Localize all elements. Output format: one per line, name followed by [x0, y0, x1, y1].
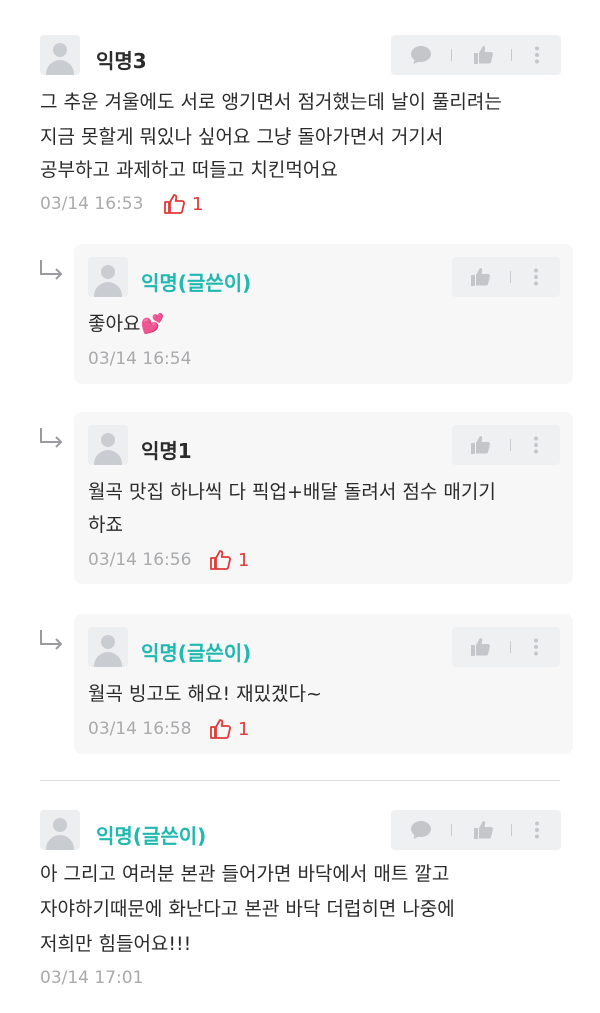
- like-count-value: 1: [192, 193, 204, 215]
- speech-bubble-icon: [411, 821, 431, 839]
- avatar: [88, 425, 128, 465]
- avatar: [40, 35, 80, 75]
- comment-text-line: 좋아요💕: [88, 313, 165, 335]
- divider: [511, 824, 512, 836]
- reply-comment: 익명(글쓴이) 월곡 빙고도 해요! 재밌겠다~ 03/14 16:58 1: [74, 614, 573, 754]
- comment-text-line: 지금 못할게 뭐있나 싶어요 그냥 돌아가면서 거기서: [40, 126, 444, 148]
- comment-text-line: 월곡 빙고도 해요! 재밌겠다~: [88, 683, 322, 705]
- reply-arrow-icon: [40, 630, 63, 650]
- comment-timestamp: 03/14 16:58: [88, 719, 192, 739]
- vertical-dots-icon: [534, 638, 538, 656]
- reply-arrow-icon: [40, 428, 63, 448]
- comment-text-line: 아 그리고 여러분 본관 들어가면 바닥에서 매트 깔고: [40, 863, 450, 885]
- more-options-button[interactable]: [516, 425, 556, 465]
- comment-author: 익명1: [141, 439, 192, 463]
- more-options-button[interactable]: [516, 627, 556, 667]
- like-count-value: 1: [238, 549, 250, 571]
- comment-text-line: 저희만 힘들어요!!!: [40, 933, 192, 955]
- comment-actions: [391, 810, 561, 850]
- comment-text-line: 그 추운 겨울에도 서로 앵기면서 점거했는데 날이 풀리려는: [40, 91, 502, 113]
- vertical-dots-icon: [534, 436, 538, 454]
- like-count: 1: [208, 717, 249, 741]
- comment-author: 익명(글쓴이): [96, 824, 207, 848]
- like-count: 1: [162, 192, 203, 216]
- divider: [510, 271, 511, 283]
- vertical-dots-icon: [534, 268, 538, 286]
- divider: [40, 780, 560, 781]
- comment-timestamp: 03/14 16:53: [40, 194, 144, 214]
- avatar: [88, 627, 128, 667]
- comment-actions: [452, 627, 560, 667]
- reply-comment-button[interactable]: [401, 810, 441, 850]
- avatar: [40, 810, 80, 850]
- avatar: [88, 257, 128, 297]
- comment-timestamp: 03/14 16:56: [88, 550, 192, 570]
- comment-text-line: 월곡 맛집 하나씩 다 픽업+배달 돌려서 점수 매기기: [88, 481, 496, 503]
- divider: [451, 49, 452, 61]
- like-count-value: 1: [238, 718, 250, 740]
- comment-actions: [452, 257, 560, 297]
- comment-author: 익명(글쓴이): [141, 271, 252, 295]
- speech-bubble-icon: [411, 46, 431, 64]
- like-button[interactable]: [460, 257, 500, 297]
- more-options-button[interactable]: [517, 810, 557, 850]
- divider: [451, 824, 452, 836]
- more-options-button[interactable]: [517, 35, 557, 75]
- comment-actions: [452, 425, 560, 465]
- comment-timestamp: 03/14 17:01: [40, 968, 144, 988]
- thumbs-up-icon: [474, 46, 493, 64]
- thumbs-up-icon: [471, 436, 490, 454]
- comment-author: 익명(글쓴이): [141, 641, 252, 665]
- like-button[interactable]: [460, 425, 500, 465]
- comment-timestamp: 03/14 16:54: [88, 349, 192, 369]
- like-button[interactable]: [463, 35, 503, 75]
- reply-comment: 익명1 월곡 맛집 하나씩 다 픽업+배달 돌려서 점수 매기기 하죠 03/1…: [74, 412, 573, 584]
- divider: [510, 641, 511, 653]
- divider: [511, 49, 512, 61]
- thumbs-up-outline-icon: [210, 550, 231, 570]
- comment-actions: [391, 35, 561, 75]
- comment-author: 익명3: [96, 49, 147, 73]
- reply-comment: 익명(글쓴이) 좋아요💕 03/14 16:54: [74, 244, 573, 384]
- thumbs-up-icon: [474, 821, 493, 839]
- thumbs-up-icon: [471, 268, 490, 286]
- thumbs-up-icon: [471, 638, 490, 656]
- reply-comment-button[interactable]: [401, 35, 441, 75]
- thumbs-up-outline-icon: [210, 719, 231, 739]
- like-button[interactable]: [463, 810, 503, 850]
- comment-text-line: 자야하기때문에 화난다고 본관 바닥 더럽히면 나중에: [40, 898, 455, 920]
- like-count: 1: [208, 548, 249, 572]
- reply-arrow-icon: [40, 260, 63, 280]
- vertical-dots-icon: [535, 821, 539, 839]
- more-options-button[interactable]: [516, 257, 556, 297]
- divider: [510, 439, 511, 451]
- like-button[interactable]: [460, 627, 500, 667]
- comment-text-line: 공부하고 과제하고 떠들고 치킨먹어요: [40, 159, 338, 181]
- thumbs-up-outline-icon: [164, 194, 185, 214]
- comment-text-line: 하죠: [88, 514, 123, 536]
- vertical-dots-icon: [535, 46, 539, 64]
